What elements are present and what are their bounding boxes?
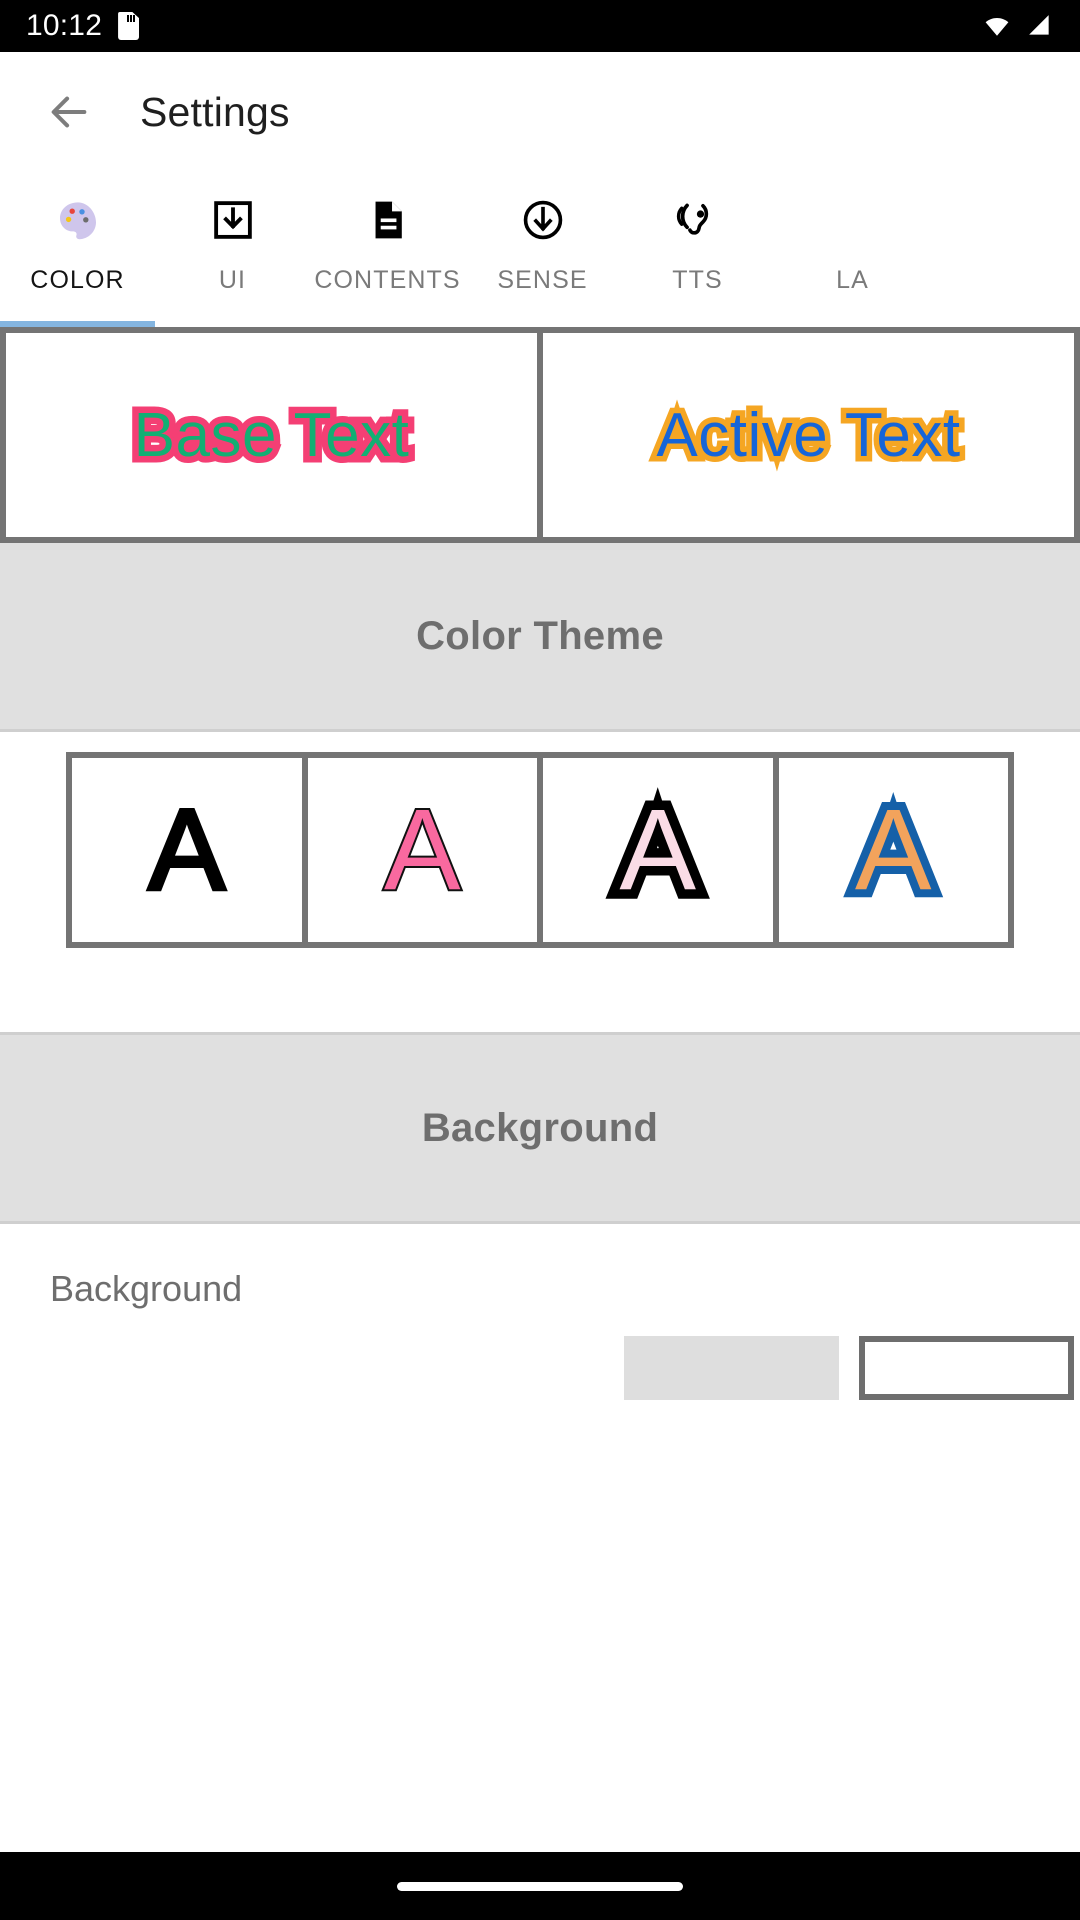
tab-label-tts: TTS <box>672 266 723 294</box>
wifi-icon <box>985 17 1009 36</box>
tab-language[interactable]: LA <box>775 194 930 295</box>
tab-label-contents: CONTENTS <box>314 266 461 294</box>
theme-swatch-letter: A <box>847 784 940 915</box>
status-bar: 10:12 <box>0 0 1080 52</box>
box-download-icon <box>210 194 256 246</box>
tab-tts[interactable]: TTS <box>620 194 775 295</box>
status-bar-left: 10:12 <box>26 9 140 43</box>
hearing-ear-icon <box>675 194 721 246</box>
background-item-label: Background <box>50 1268 243 1309</box>
background-color-chip-row[interactable] <box>0 1310 1080 1400</box>
theme-swatch-letter: A <box>382 785 463 914</box>
cell-signal-icon <box>1029 15 1049 35</box>
color-theme-swatch-strip[interactable]: A A A A <box>66 752 1014 948</box>
tab-label-language: LA <box>836 266 869 294</box>
color-theme-header-label: Color Theme <box>416 613 664 658</box>
theme-swatch-1[interactable]: A <box>72 758 302 942</box>
page-title: Settings <box>140 88 290 135</box>
tab-bottom-border <box>0 321 1080 327</box>
back-arrow-icon[interactable] <box>46 89 92 135</box>
theme-swatch-letter: A <box>610 783 706 917</box>
theme-swatch-letter: A <box>146 785 227 914</box>
settings-tab-bar[interactable]: COLOR UI CONTENTS SENSE TTS LA <box>0 172 1080 327</box>
tab-label-sense: SENSE <box>497 266 588 294</box>
color-theme-section-header: Color Theme <box>0 543 1080 729</box>
tab-label-color: COLOR <box>30 266 125 294</box>
background-color-chip-filled[interactable] <box>624 1336 839 1400</box>
background-section-header: Background <box>0 1035 1080 1221</box>
home-indicator-pill[interactable] <box>397 1881 683 1891</box>
background-header-label: Background <box>421 1105 659 1150</box>
tab-label-ui: UI <box>218 266 247 294</box>
text-preview-row: Base Text Active Text <box>0 327 1080 543</box>
color-theme-swatch-area: A A A A <box>0 732 1080 1032</box>
tab-ui[interactable]: UI <box>155 194 310 295</box>
base-text-sample: Base Text <box>127 394 415 476</box>
document-icon <box>365 194 411 246</box>
circle-download-icon <box>520 194 566 246</box>
theme-swatch-3[interactable]: A <box>543 758 773 942</box>
background-list-item[interactable]: Background <box>0 1224 1080 1310</box>
theme-swatch-4[interactable]: A <box>778 758 1008 942</box>
tab-sense[interactable]: SENSE <box>465 194 620 295</box>
active-text-preview[interactable]: Active Text <box>543 333 1074 537</box>
status-bar-right <box>982 13 1054 39</box>
active-text-sample: Active Text <box>651 395 966 475</box>
tab-color[interactable]: COLOR <box>0 194 155 295</box>
background-list-area: Background <box>0 1224 1080 1400</box>
status-clock: 10:12 <box>26 9 103 42</box>
background-color-chip-outlined[interactable] <box>859 1336 1074 1400</box>
base-text-preview[interactable]: Base Text <box>6 333 537 537</box>
system-nav-bar <box>0 1852 1080 1920</box>
app-bar: Settings <box>0 52 1080 172</box>
sd-card-icon <box>118 12 140 40</box>
theme-swatch-2[interactable]: A <box>307 758 537 942</box>
tab-active-indicator <box>0 321 155 327</box>
tab-contents[interactable]: CONTENTS <box>310 194 465 295</box>
palette-icon <box>54 194 102 246</box>
